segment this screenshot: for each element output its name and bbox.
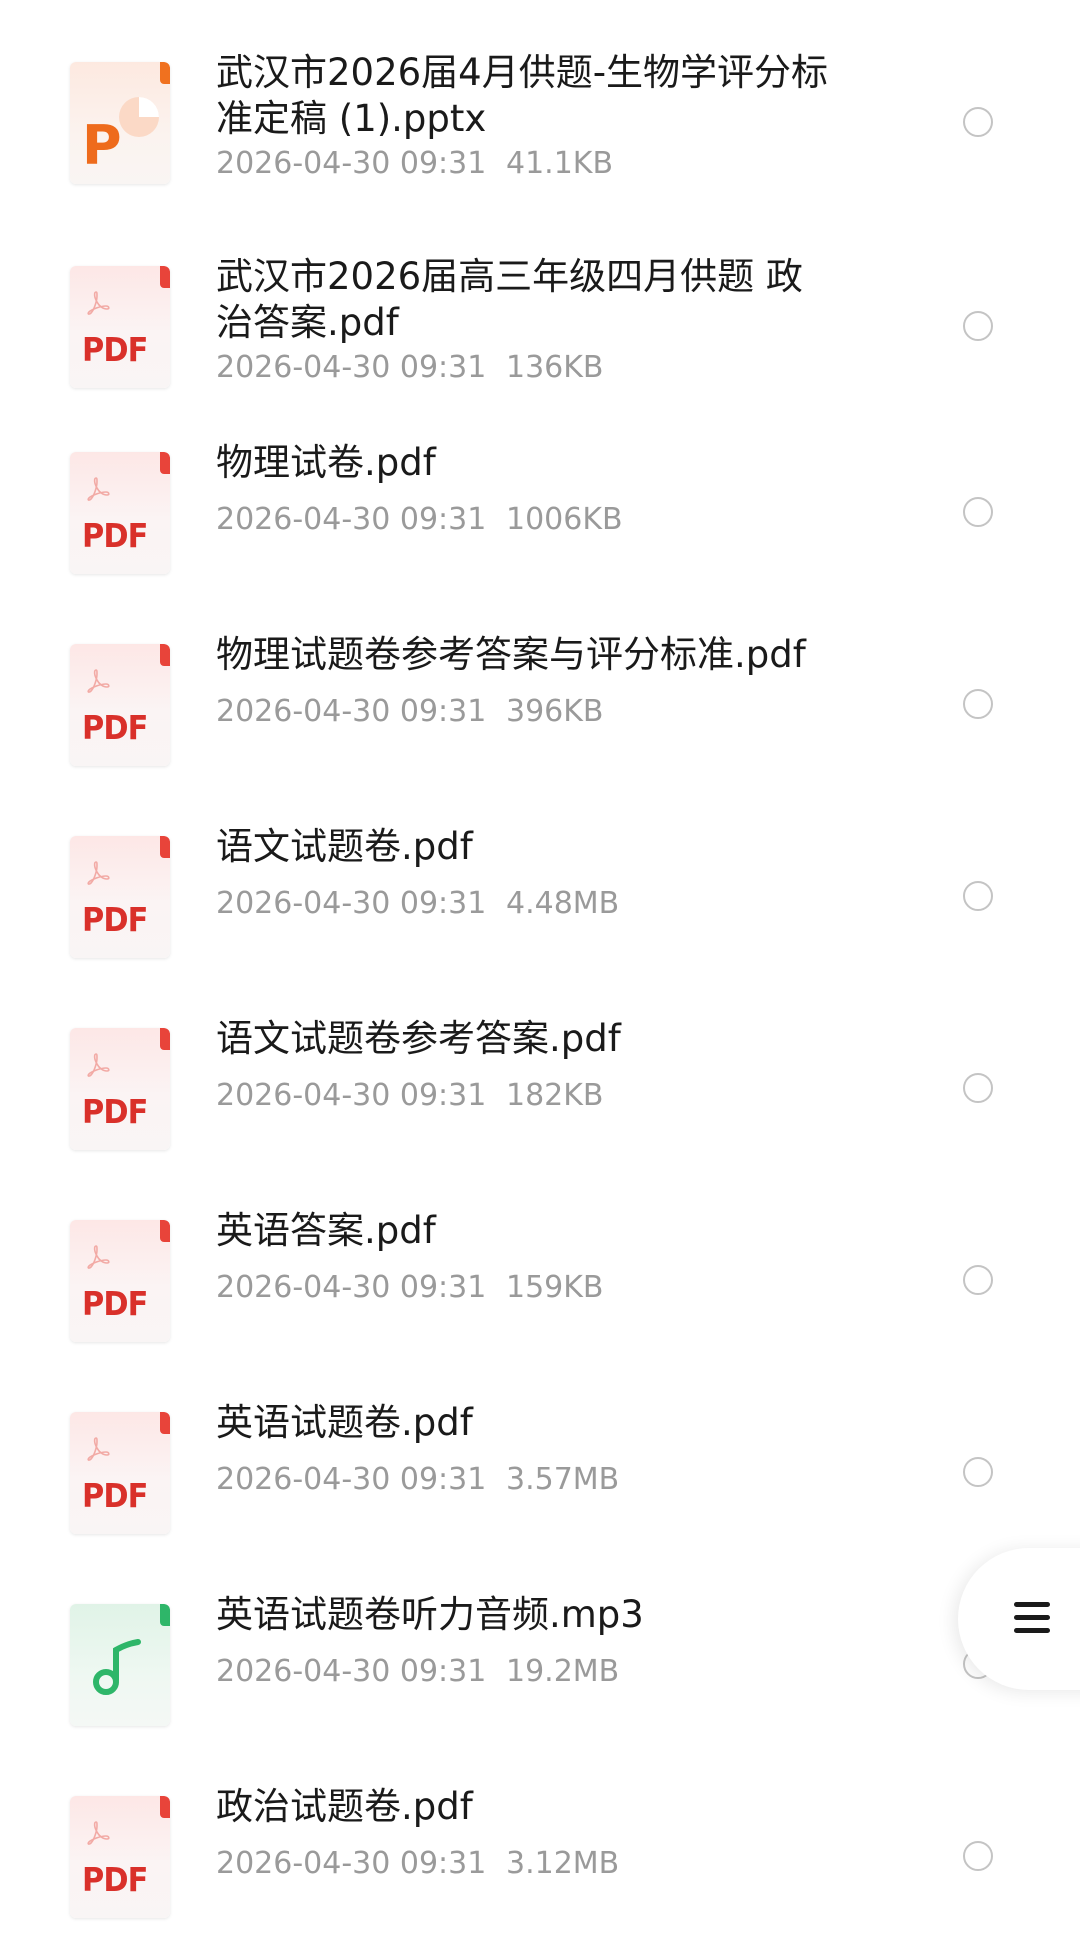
music-note-icon [93,1639,141,1695]
pdf-file-icon: PDF [70,1220,170,1342]
file-row[interactable]: PDF 英语答案.pdf 2026-04-30 09:31 159KB [0,1208,1080,1378]
select-radio[interactable] [963,881,993,911]
file-name: 英语试题卷.pdf [216,1401,473,1444]
icon-corner-tab [160,1796,170,1818]
audio-file-icon [70,1604,170,1726]
ppt-label: P [82,114,122,177]
pdf-file-icon: PDF [70,1796,170,1918]
file-size: 3.57MB [506,1462,620,1497]
icon-corner-tab [160,1028,170,1050]
file-name: 准定稿 (1).pptx [216,97,487,140]
file-date: 2026-04-30 09:31 [216,502,487,537]
pdf-label: PDF [82,330,148,369]
pdf-file-icon: PDF [70,1028,170,1150]
pie-chart-icon [119,97,159,137]
pdf-label: PDF [82,1092,148,1131]
acrobat-mark-icon [87,1245,110,1269]
icon-corner-tab [160,1604,170,1626]
file-size: 1006KB [506,502,623,537]
file-date: 2026-04-30 09:31 [216,1462,487,1497]
pdf-label: PDF [82,900,148,939]
select-radio[interactable] [963,1457,993,1487]
file-row[interactable]: PDF 物理试题卷参考答案与评分标准.pdf 2026-04-30 09:31 396… [0,632,1080,802]
file-row[interactable]: PDF 语文试题卷.pdf 2026-04-30 09:31 4.48MB [0,824,1080,994]
file-date: 2026-04-30 09:31 [216,146,487,181]
file-size: 41.1KB [506,146,614,181]
file-row[interactable]: PDF 语文试题卷参考答案.pdf 2026-04-30 09:31 182KB [0,1016,1080,1186]
file-row[interactable]: PDF 政治试题卷.pdf 2026-04-30 09:31 3.12MB [0,1784,1080,1954]
pdf-label: PDF [82,708,148,747]
acrobat-mark-icon [87,669,110,693]
icon-corner-tab [160,1412,170,1434]
file-size: 3.12MB [506,1846,620,1881]
acrobat-mark-icon [87,291,110,315]
pdf-file-icon: PDF [70,836,170,958]
icon-corner-tab [160,644,170,666]
file-name: 英语试题卷听力音频.mp3 [216,1593,644,1636]
file-name: 武汉市2026届4月供题-生物学评分标 [216,51,829,94]
pdf-label: PDF [82,1284,148,1323]
icon-corner-tab [160,452,170,474]
menu-icon [1014,1599,1052,1637]
file-row[interactable]: 英语试题卷听力音频.mp3 2026-04-30 09:31 19.2MB [0,1592,1080,1762]
file-name: 语文试题卷.pdf [216,825,473,868]
file-size: 4.48MB [506,886,620,921]
file-name: 语文试题卷参考答案.pdf [216,1017,621,1060]
pdf-file-icon: PDF [70,452,170,574]
file-row[interactable]: PDF 武汉市2026届高三年级四月供题 政治答案.pdf 2026-04-30 0… [0,254,1080,424]
file-date: 2026-04-30 09:31 [216,1846,487,1881]
file-name: 政治试题卷.pdf [216,1785,473,1828]
select-radio[interactable] [963,107,993,137]
icon-corner-tab [160,266,170,288]
icon-corner-tab [160,836,170,858]
acrobat-mark-icon [87,1821,110,1845]
file-name: 物理试卷.pdf [216,441,436,484]
select-radio[interactable] [963,1073,993,1103]
file-size: 159KB [506,1270,604,1305]
pdf-file-icon: PDF [70,644,170,766]
file-size: 19.2MB [506,1654,620,1689]
file-size: 182KB [506,1078,604,1113]
file-size: 396KB [506,694,604,729]
pdf-label: PDF [82,516,148,555]
icon-corner-tab [160,1220,170,1242]
file-row[interactable]: PDF 物理试卷.pdf 2026-04-30 09:31 1006KB [0,440,1080,610]
file-date: 2026-04-30 09:31 [216,886,487,921]
file-name: 武汉市2026届高三年级四月供题 政 [216,255,803,298]
file-size: 136KB [506,350,604,385]
icon-corner-tab [160,62,170,84]
file-list: P 武汉市2026届4月供题-生物学评分标 准定稿 (1).pptx 2026-04-… [0,0,1080,1946]
select-radio[interactable] [963,1265,993,1295]
acrobat-mark-icon [87,477,110,501]
file-date: 2026-04-30 09:31 [216,350,487,385]
acrobat-mark-icon [87,1437,110,1461]
select-radio[interactable] [963,689,993,719]
file-date: 2026-04-30 09:31 [216,694,487,729]
pdf-label: PDF [82,1476,148,1515]
file-row[interactable]: P 武汉市2026届4月供题-生物学评分标 准定稿 (1).pptx 2026-04-… [0,50,1080,220]
file-name: 英语答案.pdf [216,1209,436,1252]
pdf-file-icon: PDF [70,1412,170,1534]
acrobat-mark-icon [87,1053,110,1077]
file-date: 2026-04-30 09:31 [216,1654,487,1689]
pdf-label: PDF [82,1860,148,1899]
ppt-file-icon: P [70,62,170,184]
file-name: 物理试题卷参考答案与评分标准.pdf [216,633,806,676]
file-name: 治答案.pdf [216,301,399,344]
select-radio[interactable] [963,497,993,527]
acrobat-mark-icon [87,861,110,885]
select-radio[interactable] [963,311,993,341]
file-date: 2026-04-30 09:31 [216,1270,487,1305]
file-date: 2026-04-30 09:31 [216,1078,487,1113]
select-radio[interactable] [963,1841,993,1871]
pdf-file-icon: PDF [70,266,170,388]
file-row[interactable]: PDF 英语试题卷.pdf 2026-04-30 09:31 3.57MB [0,1400,1080,1570]
